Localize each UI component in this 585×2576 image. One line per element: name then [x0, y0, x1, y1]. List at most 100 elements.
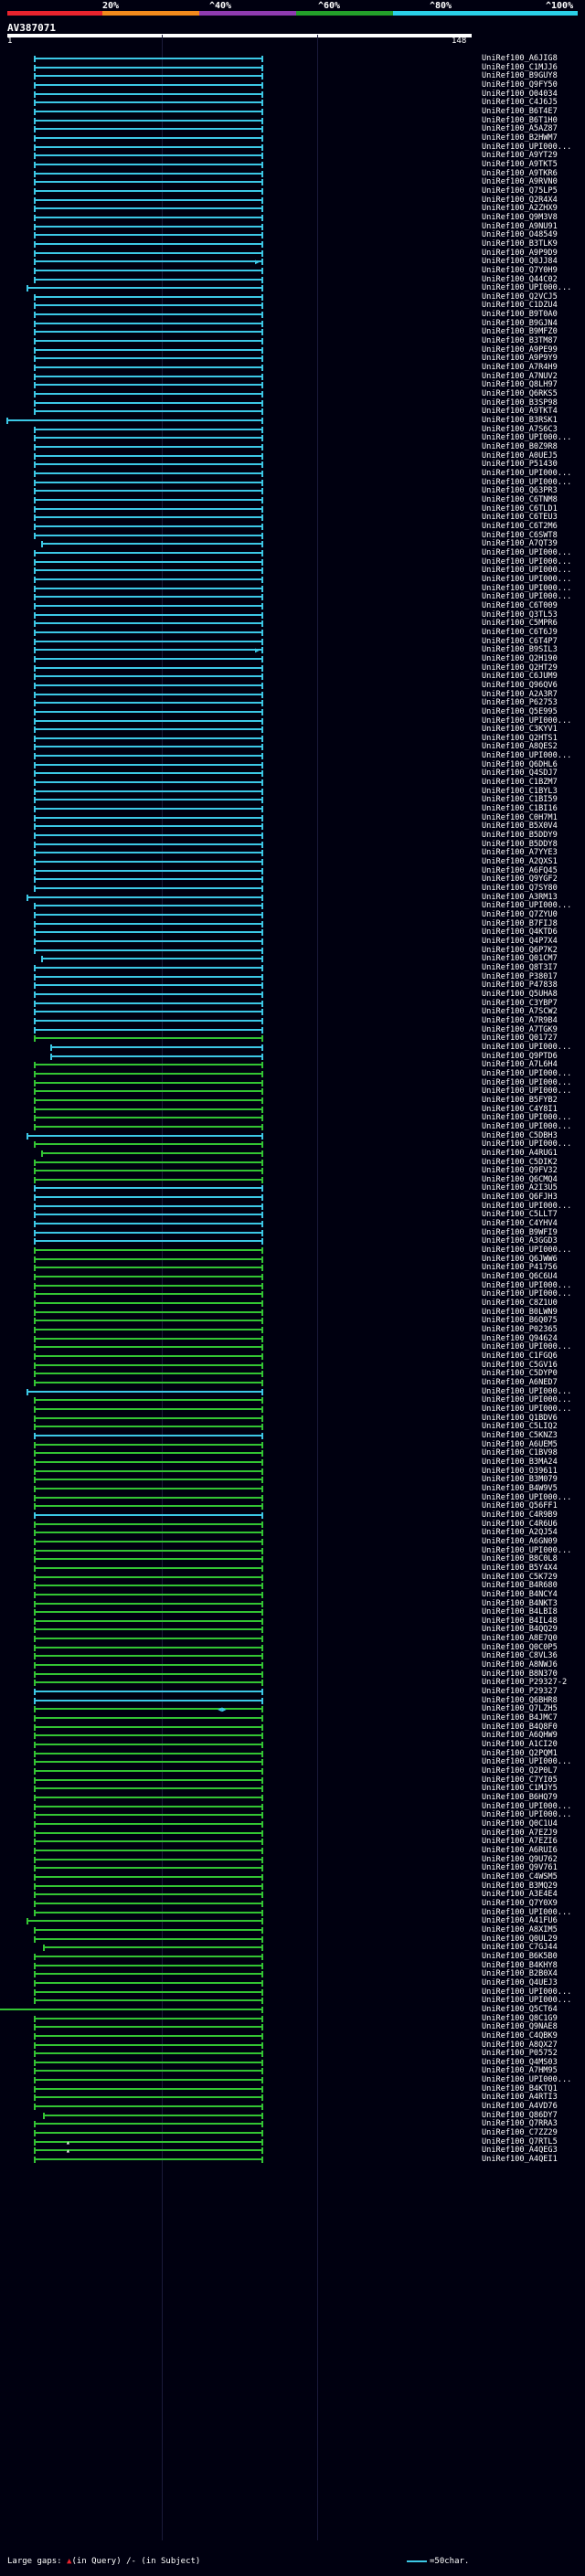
hit-label[interactable]: UniRef100_A2ZHX9 — [482, 204, 558, 213]
hit-label[interactable]: UniRef100_Q9V761 — [482, 1863, 558, 1872]
hit-row[interactable]: UniRef100_A4RTI3 — [0, 2093, 585, 2102]
hit-row[interactable]: UniRef100_C3KYV1 — [0, 725, 585, 734]
hit-label[interactable]: UniRef100_A3E4E4 — [482, 1890, 558, 1899]
hit-row[interactable]: UniRef100_C5DIK2 — [0, 1158, 585, 1167]
hit-label[interactable]: UniRef100_UPI000... — [482, 751, 571, 760]
hit-label[interactable]: UniRef100_A9TKT4 — [482, 407, 558, 416]
hit-row[interactable]: UniRef100_C5MPR6 — [0, 619, 585, 628]
hit-row[interactable]: UniRef100_Q86DY7 — [0, 2111, 585, 2120]
hit-label[interactable]: UniRef100_B9SIL3 — [482, 645, 558, 654]
hit-label[interactable]: UniRef100_C5DBH3 — [482, 1131, 558, 1140]
hit-label[interactable]: UniRef100_C4QBK9 — [482, 2031, 558, 2041]
hit-label[interactable]: UniRef100_Q2PQM1 — [482, 1749, 558, 1758]
hit-row[interactable]: UniRef100_A9PE99 — [0, 345, 585, 355]
hit-row[interactable]: UniRef100_C8Z1U0 — [0, 1299, 585, 1308]
hit-label[interactable]: UniRef100_A6FQ45 — [482, 866, 558, 875]
hit-label[interactable]: UniRef100_C6T6J9 — [482, 628, 558, 637]
hit-row[interactable]: UniRef100_Q9M3V8 — [0, 213, 585, 222]
hit-label[interactable]: UniRef100_C7YI05 — [482, 1776, 558, 1785]
hit-row[interactable]: UniRef100_O04034 — [0, 90, 585, 99]
hit-label[interactable]: UniRef100_C8Z1U0 — [482, 1299, 558, 1308]
hit-row[interactable]: UniRef100_UPI000... — [0, 584, 585, 593]
hit-label[interactable]: UniRef100_A3GGD3 — [482, 1236, 558, 1246]
hit-label[interactable]: UniRef100_Q2HT29 — [482, 663, 558, 673]
hit-row[interactable]: UniRef100_UPI000... — [0, 1395, 585, 1405]
hit-row[interactable]: UniRef100_Q7SY80 — [0, 884, 585, 893]
hit-row[interactable]: UniRef100_Q7Y0H9 — [0, 266, 585, 275]
hit-label[interactable]: UniRef100_Q44C02 — [482, 275, 558, 284]
hit-row[interactable]: UniRef100_UPI000... — [0, 901, 585, 910]
hit-row[interactable]: UniRef100_A4QEI1 — [0, 2155, 585, 2164]
hit-label[interactable]: UniRef100_A9NU91 — [482, 222, 558, 231]
hit-row[interactable]: UniRef100_B4KTQ1 — [0, 2084, 585, 2094]
hit-label[interactable]: UniRef100_UPI000... — [482, 283, 571, 292]
hit-row[interactable]: UniRef100_A9TKR6 — [0, 169, 585, 178]
hit-label[interactable]: UniRef100_P05752 — [482, 2049, 558, 2058]
hit-label[interactable]: UniRef100_Q8LH97 — [482, 380, 558, 389]
hit-label[interactable]: UniRef100_A4RTI3 — [482, 2093, 558, 2102]
hit-row[interactable]: UniRef100_C6SWT8 — [0, 531, 585, 540]
hit-label[interactable]: UniRef100_C4WSM5 — [482, 1872, 558, 1882]
hit-label[interactable]: UniRef100_A5AZ87 — [482, 124, 558, 133]
hit-label[interactable]: UniRef100_B5X0V4 — [482, 822, 558, 831]
hit-row[interactable]: ▴ UniRef100_Q7RTL5 — [0, 2137, 585, 2147]
hit-label[interactable]: UniRef100_B6T1H0 — [482, 116, 558, 125]
hit-row[interactable]: UniRef100_C4Y8I1 — [0, 1105, 585, 1114]
hit-row[interactable]: UniRef100_UPI000... — [0, 592, 585, 601]
hit-row[interactable]: UniRef100_Q4KTD6 — [0, 928, 585, 937]
hit-label[interactable]: UniRef100_Q7RTL5 — [482, 2137, 558, 2147]
hit-row[interactable]: UniRef100_Q3TL53 — [0, 610, 585, 620]
hit-row[interactable]: UniRef100_UPI000... — [0, 1996, 585, 2005]
hit-row[interactable]: UniRef100_A7HM95 — [0, 2066, 585, 2075]
hit-label[interactable]: UniRef100_Q4MS03 — [482, 2058, 558, 2067]
hit-label[interactable]: UniRef100_B4NCY4 — [482, 1590, 558, 1599]
hit-row[interactable]: UniRef100_C4WSM5 — [0, 1872, 585, 1882]
hit-label[interactable]: UniRef100_B6K5B0 — [482, 1952, 558, 1961]
hit-row[interactable]: UniRef100_UPI000... — [0, 1087, 585, 1096]
hit-label[interactable]: UniRef100_A2QJ54 — [482, 1528, 558, 1537]
hit-label[interactable]: UniRef100_B3RSK1 — [482, 416, 558, 425]
hit-row[interactable]: UniRef100_B4IL48 — [0, 1617, 585, 1626]
hit-row[interactable]: UniRef100_B5X0V4 — [0, 822, 585, 831]
hit-row[interactable]: UniRef100_A9TKT5 — [0, 160, 585, 169]
hit-row[interactable]: UniRef100_B4JMC7 — [0, 1713, 585, 1723]
hit-row[interactable]: UniRef100_A6RUI6 — [0, 1846, 585, 1855]
hit-row[interactable]: UniRef100_Q2H190 — [0, 654, 585, 663]
hit-label[interactable]: UniRef100_Q4UEJ3 — [482, 1978, 558, 1988]
hit-row[interactable]: UniRef100_Q94624 — [0, 1334, 585, 1343]
hit-row[interactable]: UniRef100_Q9YGF2 — [0, 875, 585, 884]
hit-label[interactable]: UniRef100_B4KHY8 — [482, 1961, 558, 1970]
hit-label[interactable]: UniRef100_C1BI59 — [482, 795, 558, 804]
hit-label[interactable]: UniRef100_UPI000... — [482, 1757, 571, 1766]
hit-label[interactable]: UniRef100_Q01CM7 — [482, 954, 558, 963]
hit-label[interactable]: UniRef100_A6QHW9 — [482, 1731, 558, 1740]
hit-label[interactable]: UniRef100_B4QQ29 — [482, 1625, 558, 1634]
hit-label[interactable]: UniRef100_Q7Y0H9 — [482, 266, 558, 275]
hit-label[interactable]: UniRef100_B4IL48 — [482, 1617, 558, 1626]
hit-label[interactable]: UniRef100_Q96QV6 — [482, 681, 558, 690]
hit-row[interactable]: UniRef100_B3SP98 — [0, 398, 585, 408]
hit-row[interactable]: UniRef100_Q9U762 — [0, 1855, 585, 1864]
hit-row[interactable]: ▴ UniRef100_A4QEG3 — [0, 2146, 585, 2155]
hit-row[interactable]: UniRef100_C6TEU3 — [0, 513, 585, 522]
hit-row[interactable]: UniRef100_A8XIM5 — [0, 1925, 585, 1935]
hit-row[interactable]: UniRef100_UPI000... — [0, 1281, 585, 1290]
hit-label[interactable]: UniRef100_UPI000... — [482, 1395, 571, 1405]
hit-row[interactable]: UniRef100_Q2R4X4 — [0, 196, 585, 205]
hit-row[interactable]: UniRef100_Q01CM7 — [0, 954, 585, 963]
hit-label[interactable]: UniRef100_A3RM13 — [482, 893, 558, 902]
hit-row[interactable]: UniRef100_B7FIJ8 — [0, 919, 585, 928]
hit-label[interactable]: UniRef100_C7ZZ29 — [482, 2128, 558, 2137]
hit-label[interactable]: UniRef100_Q6P7K2 — [482, 946, 558, 955]
hit-label[interactable]: UniRef100_C6TNM8 — [482, 495, 558, 504]
hit-label[interactable]: UniRef100_UPI000... — [482, 592, 571, 601]
hit-row[interactable]: UniRef100_UPI000... — [0, 1140, 585, 1149]
hit-row[interactable]: UniRef100_B3RSK1 — [0, 416, 585, 425]
hit-row[interactable]: UniRef100_B3TM87 — [0, 336, 585, 345]
hit-label[interactable]: UniRef100_UPI000... — [482, 433, 571, 442]
hit-row[interactable]: UniRef100_B5DDY9 — [0, 831, 585, 840]
hit-row[interactable]: UniRef100_C5DYP0 — [0, 1369, 585, 1378]
hit-row[interactable]: UniRef100_B3TLK9 — [0, 239, 585, 249]
hit-row[interactable]: UniRef100_Q01727 — [0, 1034, 585, 1043]
hit-row[interactable]: UniRef100_A7TGK9 — [0, 1025, 585, 1034]
